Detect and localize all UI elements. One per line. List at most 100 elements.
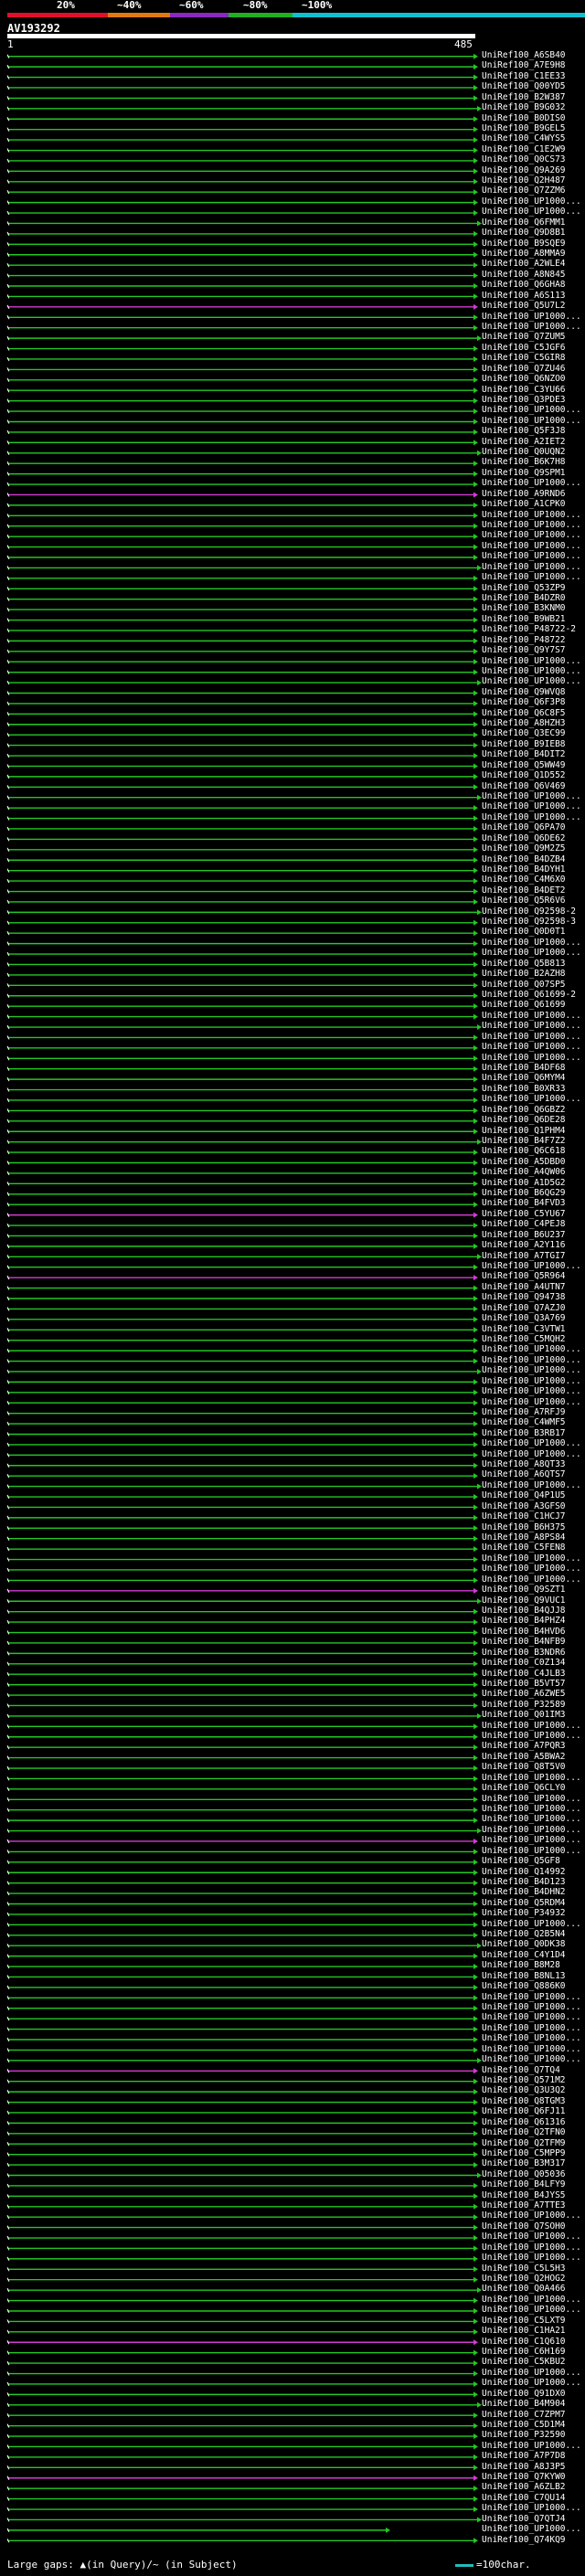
hit-label[interactable]: UniRef100_B9SQE9 [482, 239, 566, 249]
hit-label[interactable]: UniRef100_UP1000... [482, 2003, 581, 2012]
hit-label[interactable]: UniRef100_UP1000... [482, 1387, 581, 1396]
hit-label[interactable]: UniRef100_UP1000... [482, 2034, 581, 2043]
hit-label[interactable]: UniRef100_B3KNM0 [482, 604, 566, 613]
hit-label[interactable]: UniRef100_B9G032 [482, 103, 566, 112]
hit-label[interactable]: UniRef100_UP1000... [482, 2023, 581, 2033]
hit-label[interactable]: UniRef100_A1D5G2 [482, 1178, 566, 1188]
hit-label[interactable]: UniRef100_UP1000... [482, 479, 581, 488]
hit-label[interactable]: UniRef100_B6QG29 [482, 1189, 566, 1198]
hit-label[interactable]: UniRef100_B4DZR0 [482, 593, 566, 603]
hit-label[interactable]: UniRef100_UP1000... [482, 2055, 581, 2064]
hit-label[interactable]: UniRef100_Q2B5N4 [482, 1930, 566, 1939]
hit-label[interactable]: UniRef100_UP1000... [482, 510, 581, 520]
hit-label[interactable]: UniRef100_UP1000... [482, 2044, 581, 2054]
hit-label[interactable]: UniRef100_B4DF68 [482, 1063, 566, 1073]
hit-label[interactable]: UniRef100_UP1000... [482, 2242, 581, 2253]
hit-label[interactable]: UniRef100_B8M28 [482, 1961, 560, 1970]
hit-label[interactable]: UniRef100_B5VT57 [482, 1679, 566, 1689]
hit-label[interactable]: UniRef100_C5YU67 [482, 1209, 566, 1219]
hit-label[interactable]: UniRef100_Q5F3J8 [482, 427, 566, 436]
hit-label[interactable]: UniRef100_UP1000... [482, 1022, 581, 1031]
hit-label[interactable]: UniRef100_B6H375 [482, 1522, 566, 1532]
hit-label[interactable]: UniRef100_B4DYH1 [482, 864, 566, 875]
hit-label[interactable]: UniRef100_UP1000... [482, 2295, 581, 2305]
hit-label[interactable]: UniRef100_A6SB40 [482, 51, 566, 60]
hit-label[interactable]: UniRef100_Q3U3Q2 [482, 2086, 566, 2095]
hit-label[interactable]: UniRef100_UP1000... [482, 1345, 581, 1354]
hit-label[interactable]: UniRef100_C7QU14 [482, 2493, 566, 2503]
hit-label[interactable]: UniRef100_Q2TFN0 [482, 2128, 566, 2137]
hit-label[interactable]: UniRef100_A6ZWE5 [482, 1690, 566, 1699]
hit-label[interactable]: UniRef100_UP1000... [482, 1053, 581, 1063]
hit-label[interactable]: UniRef100_A8QT33 [482, 1460, 566, 1469]
hit-label[interactable]: UniRef100_A8HZH3 [482, 719, 566, 728]
hit-label[interactable]: UniRef100_UP1000... [482, 2232, 581, 2242]
hit-label[interactable]: UniRef100_B3RB17 [482, 1428, 566, 1438]
hit-label[interactable]: UniRef100_Q2HOG2 [482, 2274, 566, 2284]
hit-label[interactable]: UniRef100_UP1000... [482, 2525, 581, 2534]
hit-label[interactable]: UniRef100_A7RFJ9 [482, 1407, 566, 1417]
hit-label[interactable]: UniRef100_Q6FMM1 [482, 217, 566, 228]
hit-label[interactable]: UniRef100_UP1000... [482, 1449, 581, 1459]
hit-label[interactable]: UniRef100_UP1000... [482, 1574, 581, 1585]
hit-label[interactable]: UniRef100_Q5R6V6 [482, 896, 566, 906]
hit-label[interactable]: UniRef100_UP1000... [482, 1919, 581, 1929]
hit-label[interactable]: UniRef100_UP1000... [482, 541, 581, 551]
hit-label[interactable]: UniRef100_B8NL13 [482, 1971, 566, 1981]
hit-label[interactable]: UniRef100_P48722-2 [482, 625, 576, 634]
hit-label[interactable]: UniRef100_UP1000... [482, 949, 581, 958]
hit-label[interactable]: UniRef100_Q61699 [482, 1001, 566, 1010]
hit-label[interactable]: UniRef100_UP1000... [482, 677, 581, 686]
hit-label[interactable]: UniRef100_C5JGF6 [482, 343, 566, 353]
hit-label[interactable]: UniRef100_Q886K0 [482, 1982, 566, 1991]
hit-label[interactable]: UniRef100_Q91DX0 [482, 2389, 566, 2399]
hit-label[interactable]: UniRef100_B4LFY9 [482, 2180, 566, 2189]
hit-label[interactable]: UniRef100_Q2TFM9 [482, 2138, 566, 2148]
hit-label[interactable]: UniRef100_B4F7Z2 [482, 1136, 566, 1146]
hit-label[interactable]: UniRef100_Q6GHA8 [482, 281, 566, 290]
hit-label[interactable]: UniRef100_Q6F3P8 [482, 698, 566, 707]
hit-label[interactable]: UniRef100_Q7ZZM6 [482, 186, 566, 196]
hit-label[interactable]: UniRef100_A8J3P5 [482, 2462, 566, 2472]
hit-label[interactable]: UniRef100_P34932 [482, 1909, 566, 1918]
hit-label[interactable]: UniRef100_Q53ZP9 [482, 583, 566, 593]
hit-label[interactable]: UniRef100_UP1000... [482, 1032, 581, 1042]
hit-label[interactable]: UniRef100_Q3EC99 [482, 729, 566, 738]
hit-label[interactable]: UniRef100_B4QJJ8 [482, 1606, 566, 1616]
hit-label[interactable]: UniRef100_Q0D0T1 [482, 928, 566, 937]
hit-label[interactable]: UniRef100_UP1000... [482, 1804, 581, 1814]
hit-label[interactable]: UniRef100_Q0CS73 [482, 155, 566, 164]
hit-label[interactable]: UniRef100_Q94738 [482, 1293, 566, 1302]
hit-label[interactable]: UniRef100_B3NDR6 [482, 1648, 566, 1658]
hit-label[interactable]: UniRef100_Q1D552 [482, 771, 566, 780]
hit-label[interactable]: UniRef100_Q6NZO0 [482, 375, 566, 384]
hit-label[interactable]: UniRef100_UP1000... [482, 1553, 581, 1564]
hit-label[interactable]: UniRef100_A7P7D8 [482, 2452, 566, 2461]
hit-label[interactable]: UniRef100_UP1000... [482, 666, 581, 676]
hit-label[interactable]: UniRef100_Q9SZT1 [482, 1585, 566, 1595]
hit-label[interactable]: UniRef100_A6QTS7 [482, 1470, 566, 1479]
hit-label[interactable]: UniRef100_A2IET2 [482, 437, 566, 447]
hit-label[interactable]: UniRef100_Q6PA70 [482, 823, 566, 832]
hit-label[interactable]: UniRef100_UP1000... [482, 1815, 581, 1824]
hit-label[interactable]: UniRef100_Q9D8B1 [482, 228, 566, 238]
hit-label[interactable]: UniRef100_Q9Y7S7 [482, 646, 566, 655]
hit-label[interactable]: UniRef100_UP1000... [482, 1564, 581, 1574]
hit-label[interactable]: UniRef100_B4M904 [482, 2400, 566, 2409]
hit-label[interactable]: UniRef100_Q9M2Z5 [482, 844, 566, 853]
hit-label[interactable]: UniRef100_UP1000... [482, 1355, 581, 1365]
hit-label[interactable]: UniRef100_A9RND6 [482, 489, 566, 499]
hit-label[interactable]: UniRef100_Q74KQ9 [482, 2535, 566, 2545]
hit-label[interactable]: UniRef100_UP1000... [482, 196, 581, 207]
hit-label[interactable]: UniRef100_UP1000... [482, 1011, 581, 1021]
hit-label[interactable]: UniRef100_C4M6X0 [482, 875, 566, 885]
hit-label[interactable]: UniRef100_Q9WVQ8 [482, 687, 566, 697]
hit-label[interactable]: UniRef100_B2W387 [482, 92, 566, 102]
hit-label[interactable]: UniRef100_Q7KYW0 [482, 2473, 566, 2482]
hit-label[interactable]: UniRef100_Q6CLY0 [482, 1784, 566, 1793]
hit-label[interactable]: UniRef100_A8PS84 [482, 1533, 566, 1542]
hit-label[interactable]: UniRef100_B4JYS5 [482, 2190, 566, 2200]
hit-label[interactable]: UniRef100_B2AZH8 [482, 970, 566, 979]
hit-label[interactable]: UniRef100_Q6GBZ2 [482, 1105, 566, 1115]
hit-label[interactable]: UniRef100_Q5RDM4 [482, 1898, 566, 1908]
